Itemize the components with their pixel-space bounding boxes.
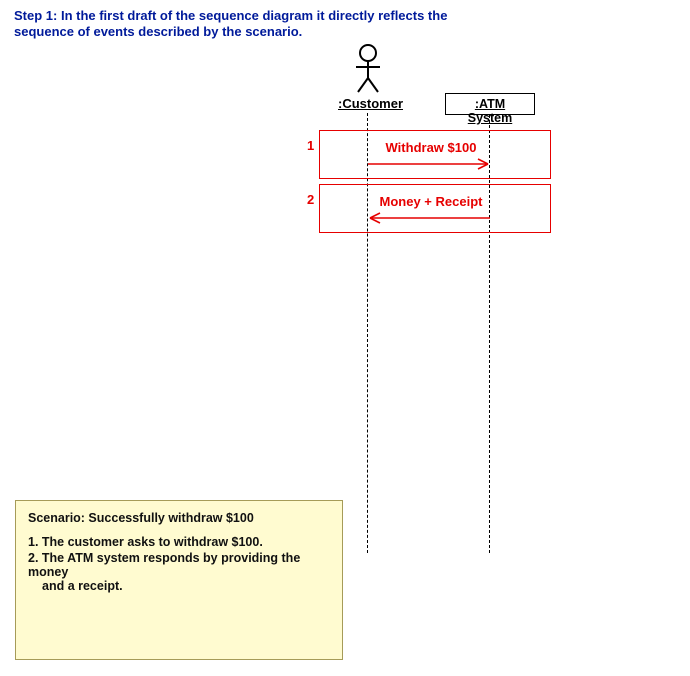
scenario-title: Scenario: Successfully withdraw $100 — [28, 511, 330, 525]
atm-lifeline — [489, 115, 490, 553]
scenario-step-1: 1. The customer asks to withdraw $100. — [28, 535, 330, 549]
scenario-note: Scenario: Successfully withdraw $100 1. … — [15, 500, 343, 660]
customer-actor-text: :Customer — [338, 96, 403, 111]
message-1-label: Withdraw $100 — [376, 140, 486, 155]
scenario-step-2-line2: and a receipt. — [28, 579, 330, 593]
message-2-label: Money + Receipt — [376, 194, 486, 209]
atm-object-box: :ATM System — [445, 93, 535, 115]
actor-icon — [353, 44, 383, 94]
step-instruction-text: Step 1: In the first draft of the sequen… — [14, 8, 454, 41]
message-2-arrow — [368, 211, 492, 227]
scenario-step-2-line1: 2. The ATM system responds by providing … — [28, 551, 300, 579]
customer-actor-label: :Customer — [338, 96, 398, 111]
customer-lifeline — [367, 113, 368, 553]
message-1-number: 1 — [307, 138, 314, 153]
scenario-step-2: 2. The ATM system responds by providing … — [28, 551, 330, 593]
message-1-arrow — [368, 157, 492, 173]
message-2-number: 2 — [307, 192, 314, 207]
